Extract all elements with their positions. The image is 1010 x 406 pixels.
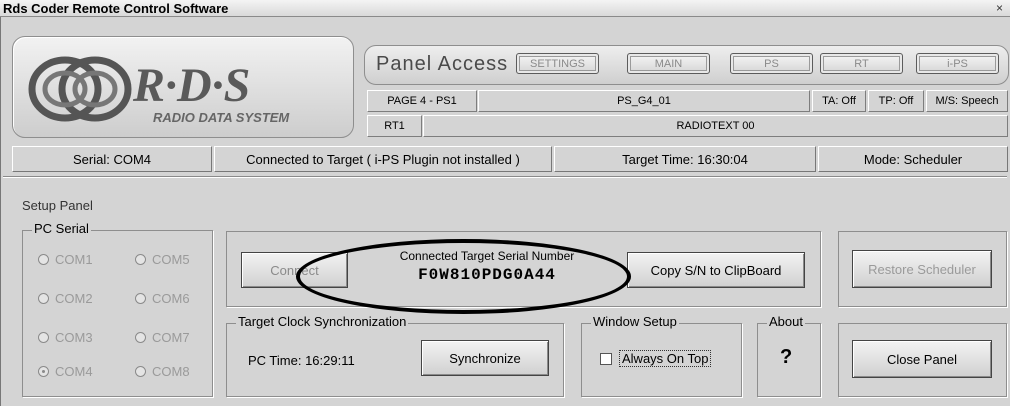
close-icon[interactable]: ×	[996, 1, 1003, 15]
radio-com5[interactable]: COM5	[135, 252, 190, 267]
highlight-ellipse	[296, 239, 631, 314]
window-title: Rds Coder Remote Control Software	[3, 1, 229, 16]
rds-logo: R·D·S RADIO DATA SYSTEM	[12, 36, 354, 138]
radio-circle-icon	[135, 332, 146, 343]
radio-circle-icon	[135, 293, 146, 304]
radio-circle-icon	[38, 332, 49, 343]
radio-com2[interactable]: COM2	[38, 291, 93, 306]
logo-rds-text: R·D·S	[132, 59, 250, 112]
radio-circle-icon	[38, 254, 49, 265]
main-button[interactable]: MAIN	[627, 53, 710, 74]
radio-circle-icon	[135, 366, 146, 377]
radio-com3[interactable]: COM3	[38, 330, 93, 345]
restore-scheduler-button[interactable]: Restore Scheduler	[852, 250, 992, 288]
clock-sync-title: Target Clock Synchronization	[236, 314, 409, 329]
always-on-top-checkbox[interactable]	[600, 353, 612, 365]
radio-com4[interactable]: COM4	[38, 364, 93, 379]
radio-com7[interactable]: COM7	[135, 330, 190, 345]
panel-access-label: Panel Access	[376, 53, 509, 75]
radio-com8[interactable]: COM8	[135, 364, 190, 379]
ps-field: PS_G4_01	[478, 90, 810, 112]
separator	[3, 176, 1007, 178]
page-field: PAGE 4 - PS1	[367, 90, 477, 112]
logo-subtitle: RADIO DATA SYSTEM	[153, 110, 290, 125]
ta-field: TA: Off	[812, 90, 866, 112]
ips-button[interactable]: i-PS	[916, 53, 999, 74]
always-on-top-label[interactable]: Always On Top	[619, 350, 712, 367]
radio-selected-icon	[38, 366, 49, 377]
mode-status: Mode: Scheduler	[818, 146, 1008, 172]
rt-button[interactable]: RT	[820, 53, 903, 74]
connection-status: Connected to Target ( i-PS Plugin not in…	[214, 146, 552, 172]
about-help-icon[interactable]: ?	[780, 346, 792, 369]
ms-field: M/S: Speech	[926, 90, 1008, 112]
radio-com1[interactable]: COM1	[38, 252, 93, 267]
serial-status: Serial: COM4	[12, 146, 212, 172]
radio-com6[interactable]: COM6	[135, 291, 190, 306]
about-title: About	[767, 314, 805, 329]
pc-serial-title: PC Serial	[32, 221, 91, 236]
pc-time: PC Time: 16:29:11	[248, 353, 355, 368]
rds-logo-graphic: R·D·S RADIO DATA SYSTEM	[28, 56, 290, 125]
rt-label-field: RT1	[367, 115, 422, 137]
rt-value-field: RADIOTEXT 00	[423, 115, 1008, 137]
radio-circle-icon	[135, 254, 146, 265]
setup-panel-label: Setup Panel	[22, 198, 93, 213]
radio-circle-icon	[38, 293, 49, 304]
target-time-status: Target Time: 16:30:04	[554, 146, 816, 172]
synchronize-button[interactable]: Synchronize	[421, 340, 549, 376]
settings-button[interactable]: SETTINGS	[516, 53, 599, 74]
window-setup-title: Window Setup	[591, 314, 679, 329]
close-panel-button[interactable]: Close Panel	[852, 340, 992, 378]
ps-button[interactable]: PS	[730, 53, 813, 74]
tp-field: TP: Off	[868, 90, 924, 112]
copy-serial-button[interactable]: Copy S/N to ClipBoard	[627, 252, 805, 288]
